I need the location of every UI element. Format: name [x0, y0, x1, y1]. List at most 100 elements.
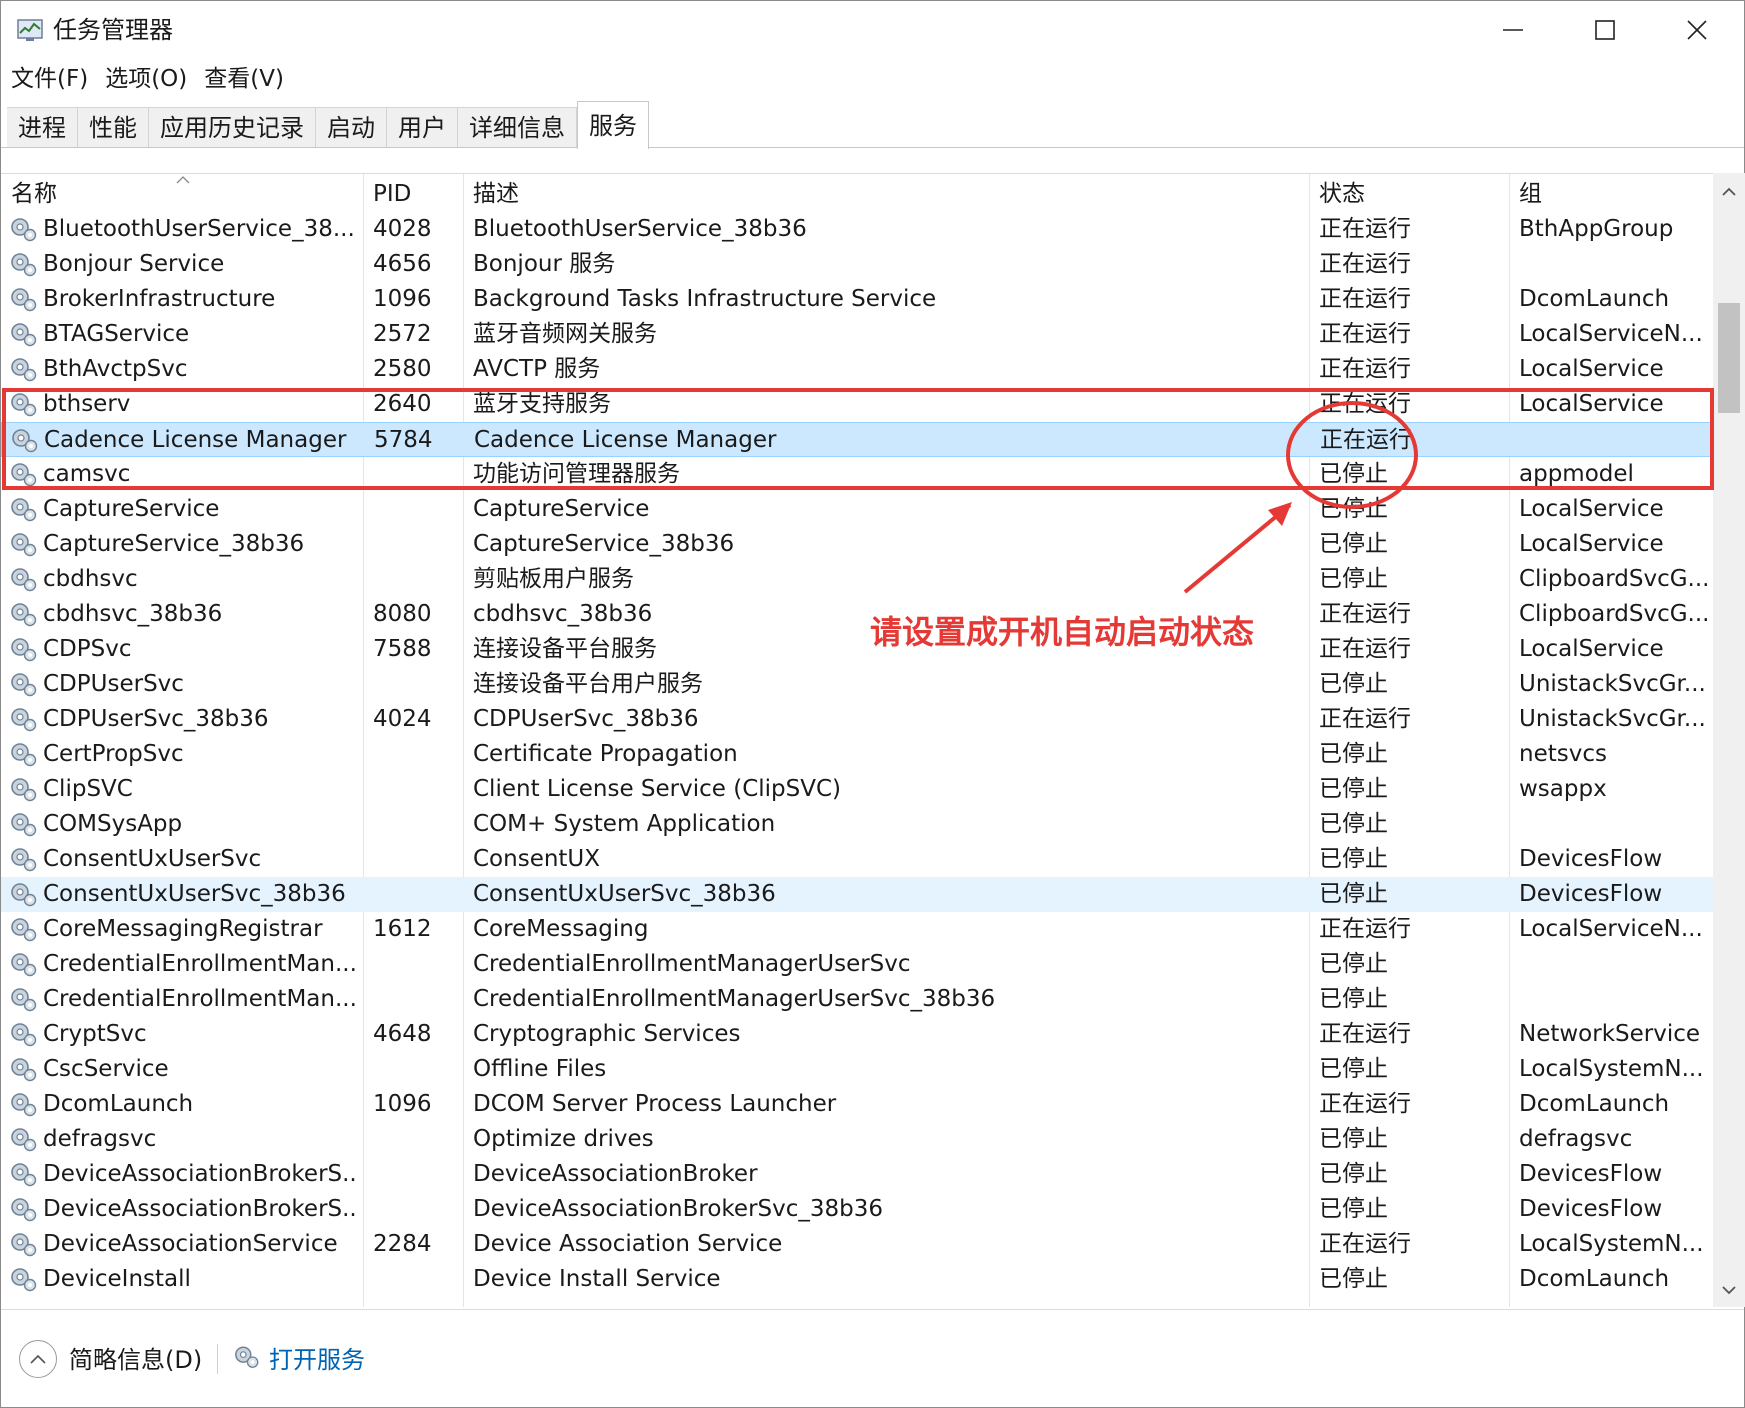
table-header: 名称 PID 描述 状态 组	[1, 174, 1713, 212]
cell-name: CryptSvc	[43, 1021, 147, 1047]
column-header-name[interactable]: 名称	[1, 174, 363, 212]
cell-name: CscService	[43, 1056, 169, 1082]
cell-pid	[373, 492, 459, 527]
cell-status: 已停止	[1319, 531, 1388, 557]
cell-name: CDPSvc	[43, 636, 132, 662]
cell-status: 已停止	[1319, 671, 1388, 697]
table-row[interactable]: ClipSVC Client License Service (ClipSVC) 已…	[1, 772, 1713, 807]
table-row[interactable]: CertPropSvc Certificate Propagation 已停止 net…	[1, 737, 1713, 772]
table-row[interactable]: cbdhsvc 剪贴板用户服务 已停止 ClipboardSvcG...	[1, 562, 1713, 597]
tab-app-history[interactable]: 应用历史记录	[149, 107, 316, 148]
cell-name: DeviceAssociationBrokerS...	[43, 1196, 359, 1222]
scroll-up-icon[interactable]	[1721, 187, 1737, 197]
table-row[interactable]: Cadence License Manager 5784 Cadence Licen…	[1, 422, 1713, 457]
cell-status: 正在运行	[1319, 1231, 1411, 1257]
table-row[interactable]: defragsvc Optimize drives 已停止 defragsvc	[1, 1122, 1713, 1157]
column-header-pid[interactable]: PID	[363, 174, 463, 212]
gear-service-icon	[11, 1128, 37, 1152]
maximize-button[interactable]	[1559, 1, 1651, 59]
cell-name: camsvc	[43, 461, 131, 487]
minimize-button[interactable]	[1467, 1, 1559, 59]
tab-services[interactable]: 服务	[577, 101, 649, 149]
cell-group: LocalServiceN...	[1519, 321, 1703, 347]
tab-startup[interactable]: 启动	[316, 107, 387, 148]
table-row[interactable]: BluetoothUserService_38... 4028 BluetoothU…	[1, 212, 1713, 247]
table-row[interactable]: COMSysApp COM+ System Application 已停止	[1, 807, 1713, 842]
table-row[interactable]: CDPUserSvc_38b36 4024 CDPUserSvc_38b36 正在运行…	[1, 702, 1713, 737]
cell-group: netsvcs	[1519, 741, 1607, 767]
open-services-link[interactable]: 打开服务	[269, 1342, 365, 1378]
cell-description: DeviceAssociationBrokerSvc_38b36	[473, 1196, 884, 1222]
table-row[interactable]: BTAGService 2572 蓝牙音频网关服务 正在运行 LocalServiceN…	[1, 317, 1713, 352]
tab-details[interactable]: 详细信息	[458, 107, 577, 148]
gear-service-icon	[11, 253, 37, 277]
cell-group: LocalServiceN...	[1519, 916, 1703, 942]
close-button[interactable]	[1651, 1, 1743, 59]
table-row[interactable]: ConsentUxUserSvc ConsentUX 已停止 DevicesFlow	[1, 842, 1713, 877]
scroll-thumb[interactable]	[1718, 303, 1740, 413]
table-row[interactable]: Bonjour Service 4656 Bonjour 服务 正在运行	[1, 247, 1713, 282]
table-row[interactable]: CDPSvc 7588 连接设备平台服务 正在运行 LocalService	[1, 632, 1713, 667]
cell-pid	[373, 457, 459, 492]
cell-name: defragsvc	[43, 1126, 157, 1152]
column-header-status[interactable]: 状态	[1309, 174, 1509, 212]
cell-description: Optimize drives	[473, 1126, 654, 1152]
cell-status: 已停止	[1319, 776, 1388, 802]
cell-description: 连接设备平台用户服务	[473, 671, 703, 697]
table-row[interactable]: DcomLaunch 1096 DCOM Server Process Launch…	[1, 1087, 1713, 1122]
tab-processes[interactable]: 进程	[7, 107, 78, 148]
table-row[interactable]: BthAvctpSvc 2580 AVCTP 服务 正在运行 LocalService	[1, 352, 1713, 387]
column-header-group[interactable]: 组	[1509, 174, 1713, 212]
tab-users[interactable]: 用户	[387, 107, 458, 148]
table-row[interactable]: DeviceAssociationBrokerS... DeviceAssocia…	[1, 1157, 1713, 1192]
gear-service-icon	[11, 813, 37, 837]
gear-service-icon	[11, 1058, 37, 1082]
cell-description: CDPUserSvc_38b36	[473, 706, 699, 732]
cell-status: 正在运行	[1319, 1091, 1411, 1117]
table-row[interactable]: CDPUserSvc 连接设备平台用户服务 已停止 UnistackSvcGr...	[1, 667, 1713, 702]
gear-service-icon	[11, 288, 37, 312]
menu-options[interactable]: 选项(O)	[95, 59, 194, 99]
cell-pid: 2572	[373, 321, 432, 347]
menu-view[interactable]: 查看(V)	[194, 59, 291, 99]
cell-name: BTAGService	[43, 321, 190, 347]
gear-service-icon	[11, 218, 37, 242]
cell-group	[1519, 947, 1709, 982]
table-row[interactable]: CredentialEnrollmentMan... CredentialEnro…	[1, 982, 1713, 1017]
cell-status: 已停止	[1319, 461, 1388, 487]
column-header-description[interactable]: 描述	[463, 174, 1309, 212]
cell-name: CredentialEnrollmentMan...	[43, 951, 357, 977]
table-row[interactable]: CoreMessagingRegistrar 1612 CoreMessaging 正…	[1, 912, 1713, 947]
cell-group	[1520, 423, 1710, 458]
cell-description: ConsentUxUserSvc_38b36	[473, 881, 776, 907]
fewer-details-toggle[interactable]	[19, 1340, 57, 1378]
table-row[interactable]: CaptureService_38b36 CaptureService_38b36…	[1, 527, 1713, 562]
table-row[interactable]: BrokerInfrastructure 1096 Background Tasks…	[1, 282, 1713, 317]
gear-service-icon	[11, 918, 37, 942]
fewer-details-link[interactable]: 简略信息(D)	[69, 1342, 202, 1378]
table-row[interactable]: CaptureService CaptureService 已停止 LocalServ…	[1, 492, 1713, 527]
table-row[interactable]: cbdhsvc_38b36 8080 cbdhsvc_38b36 正在运行 Clipbo…	[1, 597, 1713, 632]
table-row[interactable]: CryptSvc 4648 Cryptographic Services 正在运行 Ne…	[1, 1017, 1713, 1052]
cell-description: ConsentUX	[473, 846, 601, 872]
table-row[interactable]: DeviceAssociationService 2284 Device Assoc…	[1, 1227, 1713, 1262]
cell-name: DeviceAssociationService	[43, 1231, 338, 1257]
table-row[interactable]: ConsentUxUserSvc_38b36 ConsentUxUserSvc_3…	[1, 877, 1713, 912]
table-row[interactable]: CredentialEnrollmentMan... CredentialEnro…	[1, 947, 1713, 982]
cell-status: 已停止	[1319, 1126, 1388, 1152]
table-row[interactable]: camsvc 功能访问管理器服务 已停止 appmodel	[1, 457, 1713, 492]
cell-name: BluetoothUserService_38...	[43, 216, 355, 242]
scroll-down-icon[interactable]	[1721, 1285, 1737, 1295]
menu-file[interactable]: 文件(F)	[1, 59, 95, 99]
table-row[interactable]: DeviceInstall Device Install Service 已停止 Dc…	[1, 1262, 1713, 1297]
tab-performance[interactable]: 性能	[78, 107, 149, 148]
cell-description: Bonjour 服务	[473, 251, 616, 277]
table-row[interactable]: bthserv 2640 蓝牙支持服务 正在运行 LocalService	[1, 387, 1713, 422]
table-row[interactable]: DeviceAssociationBrokerS... DeviceAssocia…	[1, 1192, 1713, 1227]
gear-service-icon	[11, 778, 37, 802]
vertical-scrollbar[interactable]	[1713, 173, 1745, 1307]
table-row[interactable]: CscService Offline Files 已停止 LocalSystemN..…	[1, 1052, 1713, 1087]
gear-service-icon	[11, 673, 37, 697]
cell-pid	[373, 772, 459, 807]
cell-pid: 4028	[373, 216, 432, 242]
